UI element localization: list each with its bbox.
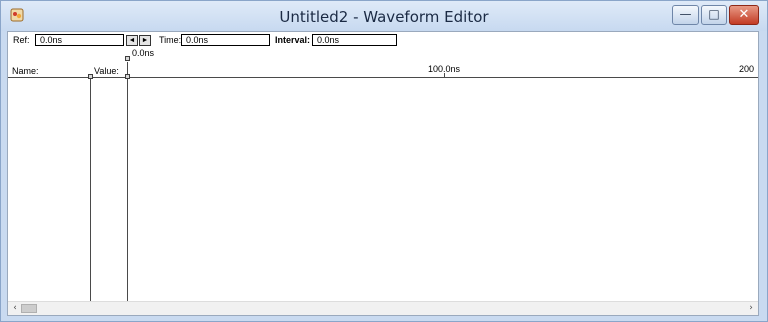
prev-transition-button[interactable]: ◄ [126, 35, 138, 46]
horizontal-scrollbar[interactable]: ‹ › [8, 301, 758, 315]
name-value-divider[interactable] [90, 77, 91, 301]
next-transition-button[interactable]: ► [139, 35, 151, 46]
waveform-editor-window: Untitled2 - Waveform Editor — □ ✕ Ref: 0… [0, 0, 768, 322]
ref-field[interactable]: 0.0ns [35, 34, 124, 46]
value-column-header: Value: [94, 66, 119, 76]
interval-field[interactable]: 0.0ns [312, 34, 397, 46]
interval-label: Interval: [275, 35, 311, 45]
time-tick-label: 200 [739, 64, 755, 74]
waveform-area[interactable]: Ref: 0.0ns ◄ ► Time: 0.0ns Interval: 0.0… [7, 31, 759, 316]
cursor-top-handle[interactable] [125, 56, 130, 61]
time-tick [444, 73, 445, 77]
header-separator [8, 77, 758, 78]
name-column-header: Name: [12, 66, 39, 76]
ref-label: Ref: [13, 35, 30, 45]
time-cursor-handle[interactable] [125, 74, 130, 79]
scroll-right-arrow-icon[interactable]: › [745, 303, 757, 314]
scroll-thumb[interactable] [21, 304, 37, 313]
minimize-button[interactable]: — [672, 5, 699, 25]
column-divider-handle[interactable] [88, 74, 93, 79]
time-field[interactable]: 0.0ns [181, 34, 270, 46]
scroll-left-arrow-icon[interactable]: ‹ [9, 303, 21, 314]
title-bar[interactable]: Untitled2 - Waveform Editor — □ ✕ [1, 1, 767, 31]
value-wave-divider[interactable] [127, 62, 128, 301]
maximize-button[interactable]: □ [701, 5, 727, 25]
close-button[interactable]: ✕ [729, 5, 759, 25]
cursor-time-label: 0.0ns [132, 48, 155, 58]
window-title: Untitled2 - Waveform Editor [279, 8, 489, 26]
time-label: Time: [159, 35, 182, 45]
